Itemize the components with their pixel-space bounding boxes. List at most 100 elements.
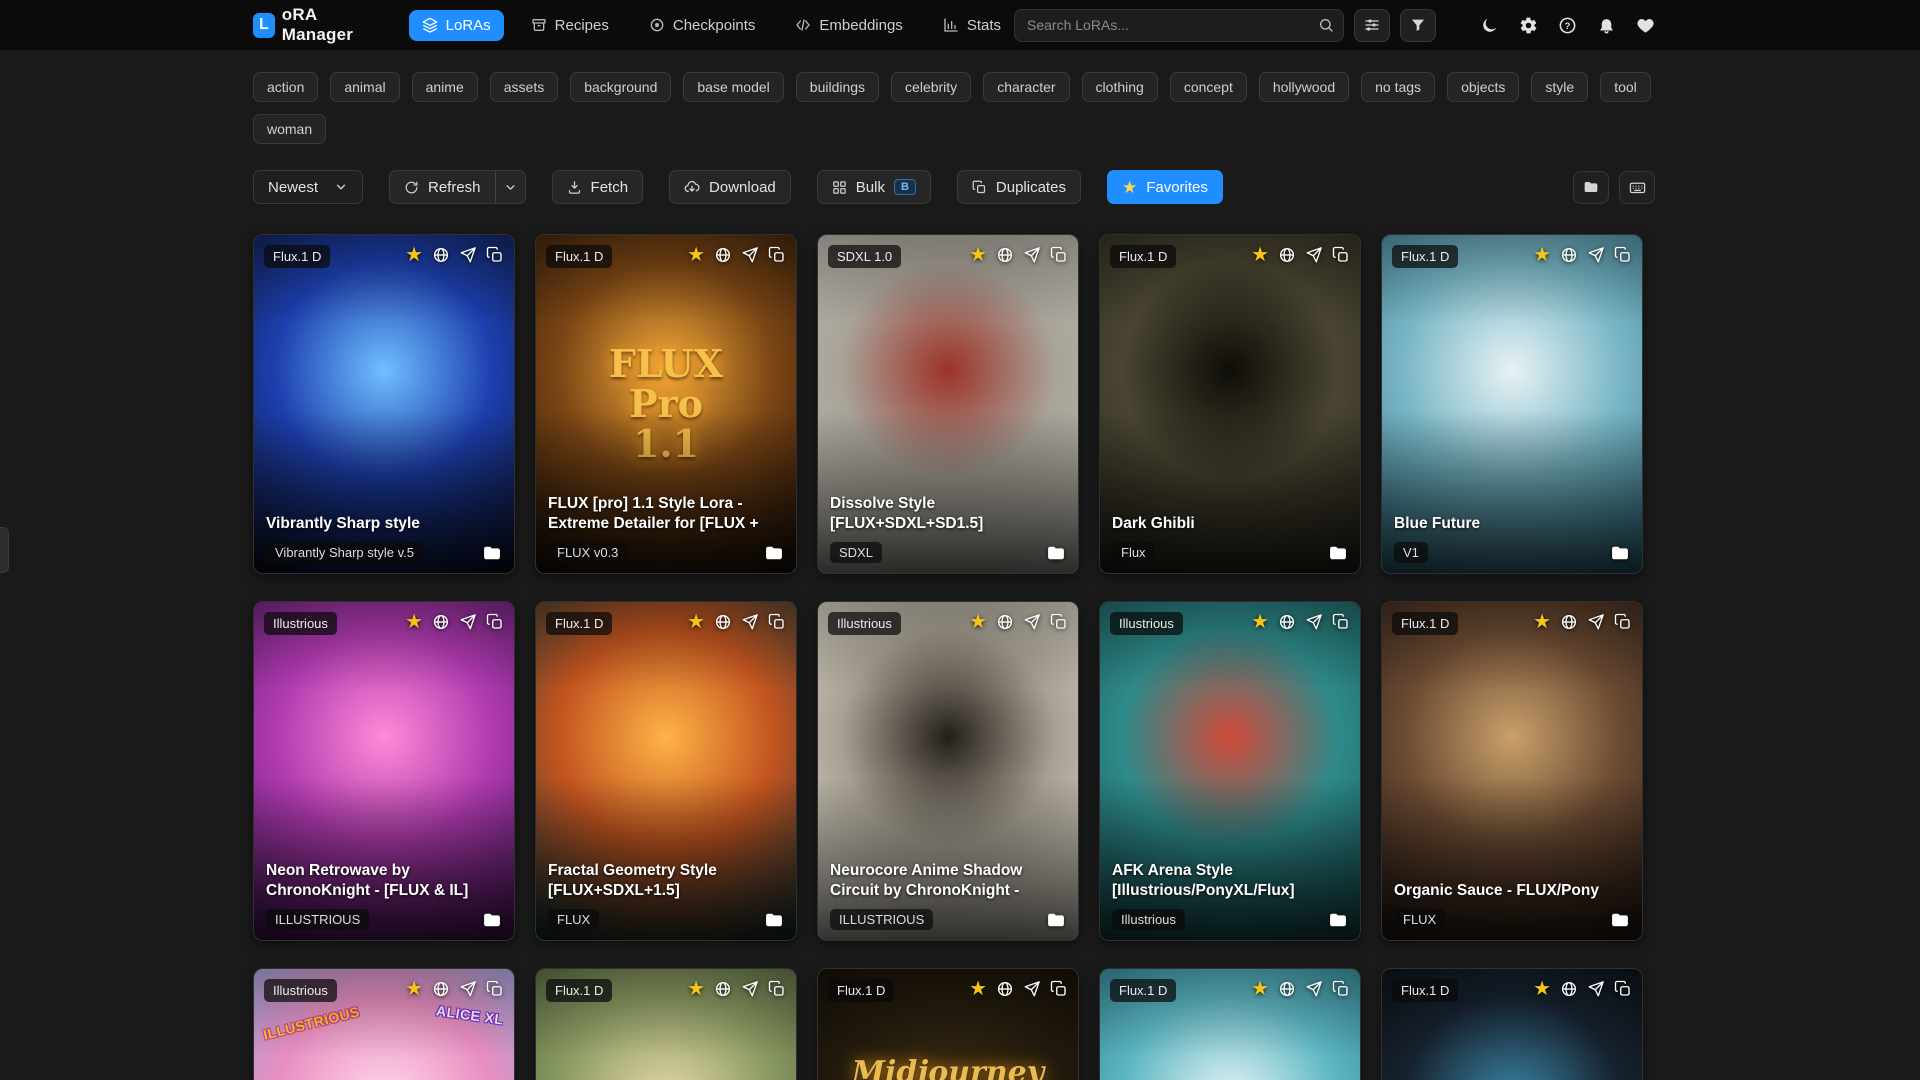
globe-icon[interactable] <box>714 613 732 631</box>
nav-item-checkpoints[interactable]: Checkpoints <box>636 10 769 41</box>
keyboard-shortcuts-button[interactable] <box>1619 171 1655 204</box>
send-icon[interactable] <box>1305 980 1323 998</box>
globe-icon[interactable] <box>432 246 450 264</box>
tag-filter[interactable]: concept <box>1170 72 1247 102</box>
filter-sliders-button[interactable] <box>1354 9 1390 42</box>
settings-gear-icon[interactable] <box>1519 16 1538 35</box>
copy-icon[interactable] <box>768 980 786 998</box>
tag-filter[interactable]: style <box>1531 72 1588 102</box>
tag-filter[interactable]: base model <box>683 72 783 102</box>
lora-card[interactable]: Illustrious ★ Neon Retrowave by ChronoKn… <box>253 601 515 941</box>
globe-icon[interactable] <box>1560 613 1578 631</box>
globe-icon[interactable] <box>1278 246 1296 264</box>
send-icon[interactable] <box>459 613 477 631</box>
tag-filter[interactable]: character <box>983 72 1069 102</box>
favorite-star-icon[interactable]: ★ <box>969 245 987 265</box>
send-icon[interactable] <box>741 246 759 264</box>
lora-card[interactable]: Illustrious ★ Neurocore Anime Shadow Cir… <box>817 601 1079 941</box>
send-icon[interactable] <box>1023 246 1041 264</box>
copy-icon[interactable] <box>1614 246 1632 264</box>
folder-icon[interactable] <box>1046 543 1066 563</box>
nav-item-stats[interactable]: Stats <box>930 10 1014 41</box>
copy-icon[interactable] <box>1614 613 1632 631</box>
send-icon[interactable] <box>1587 613 1605 631</box>
lora-card[interactable]: Flux.1 D ★ Fractal Geometry Style [FLUX+… <box>535 601 797 941</box>
refresh-options-button[interactable] <box>496 170 526 204</box>
folder-icon[interactable] <box>482 543 502 563</box>
download-button[interactable]: Download <box>669 170 791 204</box>
tag-filter[interactable]: tool <box>1600 72 1651 102</box>
duplicates-button[interactable]: Duplicates <box>957 170 1081 204</box>
send-icon[interactable] <box>1023 613 1041 631</box>
lora-card[interactable]: FLUX Pro 1.1 Flux.1 D ★ FLUX [pro] 1.1 S… <box>535 234 797 574</box>
favorite-star-icon[interactable]: ★ <box>1533 245 1551 265</box>
favorites-heart-icon[interactable] <box>1636 16 1655 35</box>
tag-filter[interactable]: buildings <box>796 72 879 102</box>
globe-icon[interactable] <box>996 613 1014 631</box>
search-input[interactable] <box>1014 9 1344 42</box>
send-icon[interactable] <box>459 246 477 264</box>
favorite-star-icon[interactable]: ★ <box>969 612 987 632</box>
copy-icon[interactable] <box>1050 613 1068 631</box>
tag-filter[interactable]: objects <box>1447 72 1519 102</box>
globe-icon[interactable] <box>714 980 732 998</box>
tag-filter[interactable]: celebrity <box>891 72 971 102</box>
help-icon[interactable]: ? <box>1558 16 1577 35</box>
folder-icon[interactable] <box>1046 910 1066 930</box>
app-logo[interactable]: L oRA Manager <box>253 5 379 45</box>
favorite-star-icon[interactable]: ★ <box>405 245 423 265</box>
copy-icon[interactable] <box>1332 980 1350 998</box>
folder-icon[interactable] <box>482 910 502 930</box>
copy-icon[interactable] <box>486 246 504 264</box>
lora-card[interactable]: Flux.1 D ★ <box>1381 968 1643 1080</box>
copy-icon[interactable] <box>768 613 786 631</box>
favorite-star-icon[interactable]: ★ <box>1251 245 1269 265</box>
favorite-star-icon[interactable]: ★ <box>405 979 423 999</box>
folder-icon[interactable] <box>1610 543 1630 563</box>
notifications-bell-icon[interactable] <box>1597 16 1616 35</box>
nav-item-embeddings[interactable]: Embeddings <box>782 10 915 41</box>
folder-icon[interactable] <box>1328 910 1348 930</box>
send-icon[interactable] <box>459 980 477 998</box>
globe-icon[interactable] <box>1560 246 1578 264</box>
lora-card[interactable]: Flux.1 D ★ <box>535 968 797 1080</box>
copy-icon[interactable] <box>1050 980 1068 998</box>
lora-card[interactable]: Midjourney meets Flux.1 D ★ <box>817 968 1079 1080</box>
favorites-filter-button[interactable]: ★ Favorites <box>1107 170 1223 204</box>
folder-icon[interactable] <box>1610 910 1630 930</box>
copy-icon[interactable] <box>1332 246 1350 264</box>
globe-icon[interactable] <box>432 980 450 998</box>
filter-funnel-button[interactable] <box>1400 9 1436 42</box>
tag-filter[interactable]: assets <box>490 72 558 102</box>
favorite-star-icon[interactable]: ★ <box>1533 979 1551 999</box>
nav-item-loras[interactable]: LoRAs <box>409 10 504 41</box>
lora-card[interactable]: Flux.1 D ★ Blue Future V1 <box>1381 234 1643 574</box>
nav-item-recipes[interactable]: Recipes <box>518 10 622 41</box>
tag-filter[interactable]: clothing <box>1082 72 1158 102</box>
folder-icon[interactable] <box>764 543 784 563</box>
copy-icon[interactable] <box>1332 613 1350 631</box>
folder-view-button[interactable] <box>1573 171 1609 204</box>
tag-filter[interactable]: animal <box>330 72 399 102</box>
globe-icon[interactable] <box>996 980 1014 998</box>
folder-icon[interactable] <box>764 910 784 930</box>
search-icon[interactable] <box>1318 17 1334 33</box>
globe-icon[interactable] <box>714 246 732 264</box>
send-icon[interactable] <box>741 613 759 631</box>
favorite-star-icon[interactable]: ★ <box>1251 612 1269 632</box>
favorite-star-icon[interactable]: ★ <box>687 979 705 999</box>
copy-icon[interactable] <box>486 980 504 998</box>
lora-card[interactable]: Illustrious ★ AFK Arena Style [Illustrio… <box>1099 601 1361 941</box>
bulk-button[interactable]: Bulk B <box>817 170 931 204</box>
favorite-star-icon[interactable]: ★ <box>687 245 705 265</box>
tag-filter[interactable]: hollywood <box>1259 72 1349 102</box>
copy-icon[interactable] <box>1614 980 1632 998</box>
lora-card[interactable]: Flux.1 D ★ Dark Ghibli Flux <box>1099 234 1361 574</box>
tag-filter[interactable]: anime <box>412 72 478 102</box>
send-icon[interactable] <box>741 980 759 998</box>
sort-select[interactable]: Newest <box>253 170 363 204</box>
send-icon[interactable] <box>1305 613 1323 631</box>
tag-filter[interactable]: action <box>253 72 318 102</box>
folder-icon[interactable] <box>1328 543 1348 563</box>
favorite-star-icon[interactable]: ★ <box>969 979 987 999</box>
